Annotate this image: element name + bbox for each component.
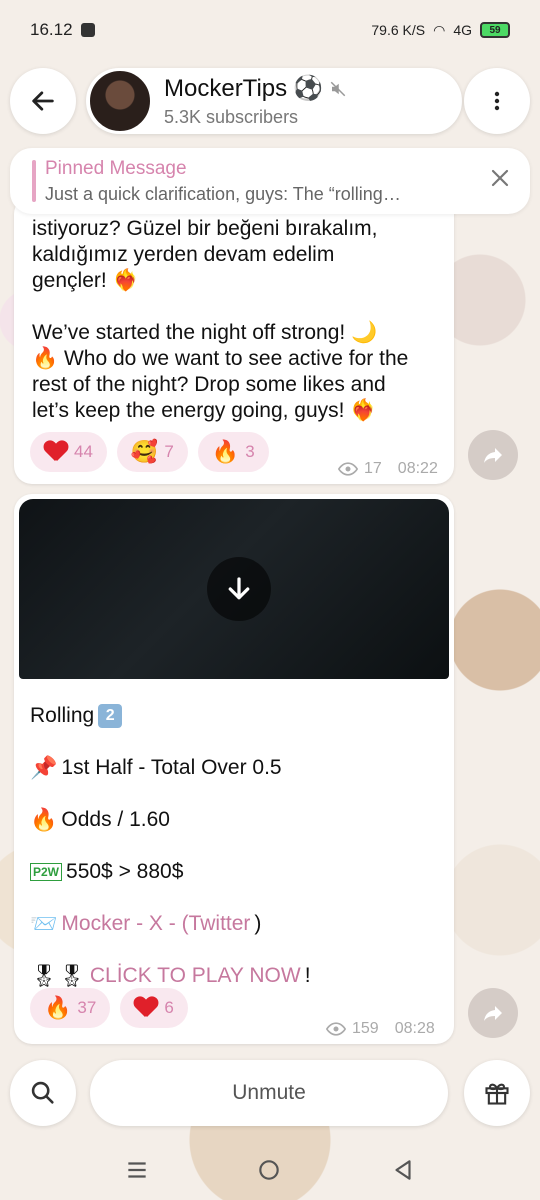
view-count: 17 [364,460,382,477]
mute-icon [330,81,346,96]
line-text: Rolling [30,704,95,727]
line-text: Odds / 1.60 [61,808,170,831]
line-text: 550$ > 880$ [66,860,184,883]
pinned-text: Just a quick clarification, guys: The “r… [45,184,401,204]
line-text: ! [304,964,311,987]
view-count: 159 [352,1020,379,1037]
search-icon [31,1081,54,1104]
line-text: ) [254,912,262,935]
arrow-left-icon [32,91,54,111]
keycap-number-icon: 2 [98,704,123,728]
forward-button[interactable] [468,988,518,1038]
chat-header: MockerTips ⚽ 5.3K subscribers [10,68,530,134]
triangle-back-icon [395,1160,411,1180]
message-line: 📌 1st Half - Total Over 0.5 [30,742,440,794]
battery-level: 59 [489,24,501,36]
network-type: 4G [453,22,472,38]
channel-info[interactable]: MockerTips ⚽ 5.3K subscribers [86,68,462,134]
unmute-button[interactable]: Unmute [90,1060,448,1126]
medal-icon: 🎖🎖 [30,963,86,988]
twitter-link[interactable]: Mocker - X - (Twitter [61,912,250,936]
system-nav-bar [0,1145,540,1195]
share-icon [484,448,502,463]
message-time: 08:22 [397,460,438,477]
eye-icon [338,462,358,476]
message-meta: 159 08:28 [326,1020,435,1038]
network-speed: 79.6 K/S [371,22,426,38]
channel-name: MockerTips ⚽ [164,74,347,103]
reactions-row: 🔥 37 6 [30,988,188,1028]
more-vertical-icon [494,91,500,111]
play-now-link[interactable]: CLİCK TO PLAY NOW [90,964,301,988]
message-line: 🔥 Odds / 1.60 [30,794,440,846]
message-text: istiyoruz? Güzel bir beğeni bırakalım, k… [32,217,409,422]
message-line: Rolling 2 [30,690,440,742]
pinned-indicator [32,160,36,202]
more-options-button[interactable] [464,68,530,134]
home-circle-icon [259,1160,279,1180]
share-icon [484,1006,502,1021]
video-thumbnail[interactable] [19,499,449,679]
message-time: 08:28 [394,1020,435,1037]
heart-icon [44,441,68,463]
reaction-fire[interactable]: 🔥 37 [30,988,111,1028]
status-bar: 16.12 79.6 K/S ◠ 4G 59 [0,0,540,60]
message-line: 📨 Mocker - X - (Twitter) [30,898,440,950]
reaction-heart[interactable]: 6 [120,988,188,1028]
fire-icon: 🔥 [211,439,240,464]
pinned-message-bar[interactable]: Pinned Message Just a quick clarificatio… [10,148,530,214]
forward-button[interactable] [468,430,518,480]
reaction-count: 6 [164,998,174,1017]
reaction-heart[interactable]: 44 [30,432,107,472]
recents-button[interactable] [124,1157,150,1188]
system-back-button[interactable] [390,1157,416,1188]
status-time: 16.12 [30,20,73,39]
eye-icon [326,1022,346,1036]
bottom-bar: Unmute [10,1060,530,1126]
notification-icon [80,23,95,37]
message-line: P2W 550$ > 880$ [30,846,440,898]
channel-emoji: ⚽ [293,75,324,102]
p2w-icon: P2W [30,863,63,881]
arrow-down-icon [228,577,250,600]
reaction-count: 3 [245,442,255,461]
pushpin-icon: 📌 [30,755,58,780]
reactions-row: 44 🥰 7 🔥 3 [30,432,269,472]
smiling-face-hearts-icon: 🥰 [130,439,159,464]
avatar[interactable] [88,69,152,133]
subscriber-count: 5.3K subscribers [164,107,299,127]
battery-icon: 59 [480,22,510,38]
download-button[interactable] [207,557,271,621]
channel-name-text: MockerTips [164,74,288,102]
close-pinned-button[interactable] [488,166,512,195]
home-button[interactable] [256,1157,282,1188]
reaction-count: 7 [164,442,174,461]
envelope-icon: 📨 [30,911,58,936]
close-icon [491,169,509,187]
reaction-fire[interactable]: 🔥 3 [197,432,269,472]
back-button[interactable] [10,68,76,134]
heart-icon [134,997,158,1019]
message-bubble[interactable]: istiyoruz? Güzel bir beğeni bırakalım, k… [14,196,454,484]
message-text: Rolling 2 📌 1st Half - Total Over 0.5 🔥 … [30,690,440,1002]
gift-icon [485,1083,509,1105]
reaction-smiling-hearts[interactable]: 🥰 7 [116,432,188,472]
menu-icon [128,1162,146,1178]
wifi-icon: ◠ [433,21,446,38]
message-bubble[interactable]: Rolling 2 📌 1st Half - Total Over 0.5 🔥 … [14,494,454,1044]
message-meta: 17 08:22 [338,460,438,478]
pinned-title: Pinned Message [45,158,187,179]
gift-button[interactable] [464,1060,530,1126]
reaction-count: 37 [77,998,97,1017]
line-text: 1st Half - Total Over 0.5 [61,756,282,779]
fire-icon: 🔥 [30,807,58,832]
search-button[interactable] [10,1060,76,1126]
fire-icon: 🔥 [44,995,72,1020]
reaction-count: 44 [74,442,93,461]
